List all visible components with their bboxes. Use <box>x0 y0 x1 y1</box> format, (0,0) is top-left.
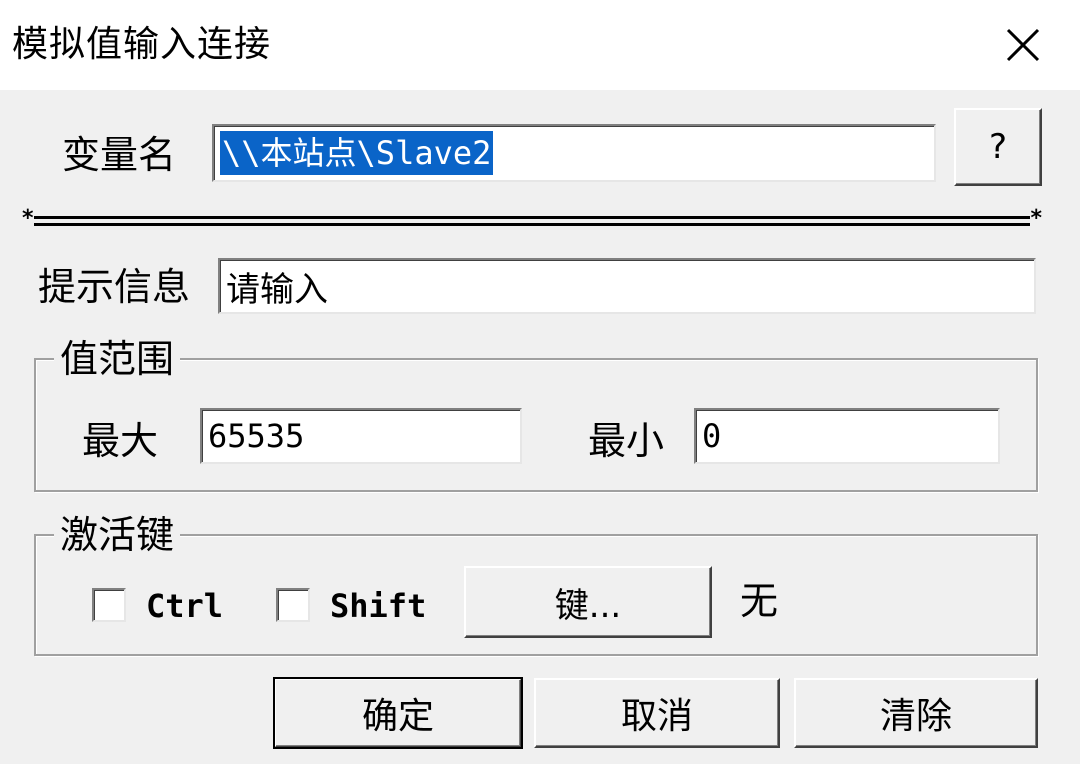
close-icon <box>1006 28 1040 62</box>
separator: * * <box>22 208 1042 232</box>
prompt-info-value: 请输入 <box>226 269 328 310</box>
separator-star-right: * <box>1030 206 1042 231</box>
ctrl-checkbox[interactable] <box>92 588 126 622</box>
min-value: 0 <box>702 417 722 455</box>
hotkey-group-label: 激活键 <box>54 510 181 560</box>
shift-label: Shift <box>330 587 427 625</box>
variable-name-value: \\本站点\Slave2 <box>220 131 494 175</box>
separator-star-left: * <box>22 206 34 231</box>
prompt-info-field[interactable]: 请输入 <box>218 258 1036 314</box>
set-key-button[interactable]: 键... <box>464 566 712 638</box>
max-value-field[interactable]: 65535 <box>200 408 522 464</box>
close-button[interactable] <box>990 12 1056 78</box>
variable-name-field[interactable]: \\本站点\Slave2 <box>212 124 936 182</box>
cancel-button[interactable]: 取消 <box>534 678 780 748</box>
window-title: 模拟值输入连接 <box>12 24 272 65</box>
title-bar: 模拟值输入连接 <box>0 0 1080 90</box>
min-value-field[interactable]: 0 <box>694 408 1000 464</box>
shift-checkbox[interactable] <box>276 588 310 622</box>
value-range-group-label: 值范围 <box>54 334 181 384</box>
max-label: 最大 <box>82 419 159 463</box>
max-value: 65535 <box>208 417 305 455</box>
ok-button[interactable]: 确定 <box>273 677 523 749</box>
hotkey-value: 无 <box>740 579 779 623</box>
help-button[interactable]: ? <box>954 108 1042 186</box>
ctrl-label: Ctrl <box>146 587 224 625</box>
variable-name-label: 变量名 <box>62 133 177 177</box>
prompt-info-label: 提示信息 <box>38 265 191 309</box>
clear-button[interactable]: 清除 <box>794 678 1038 748</box>
min-label: 最小 <box>588 419 665 463</box>
